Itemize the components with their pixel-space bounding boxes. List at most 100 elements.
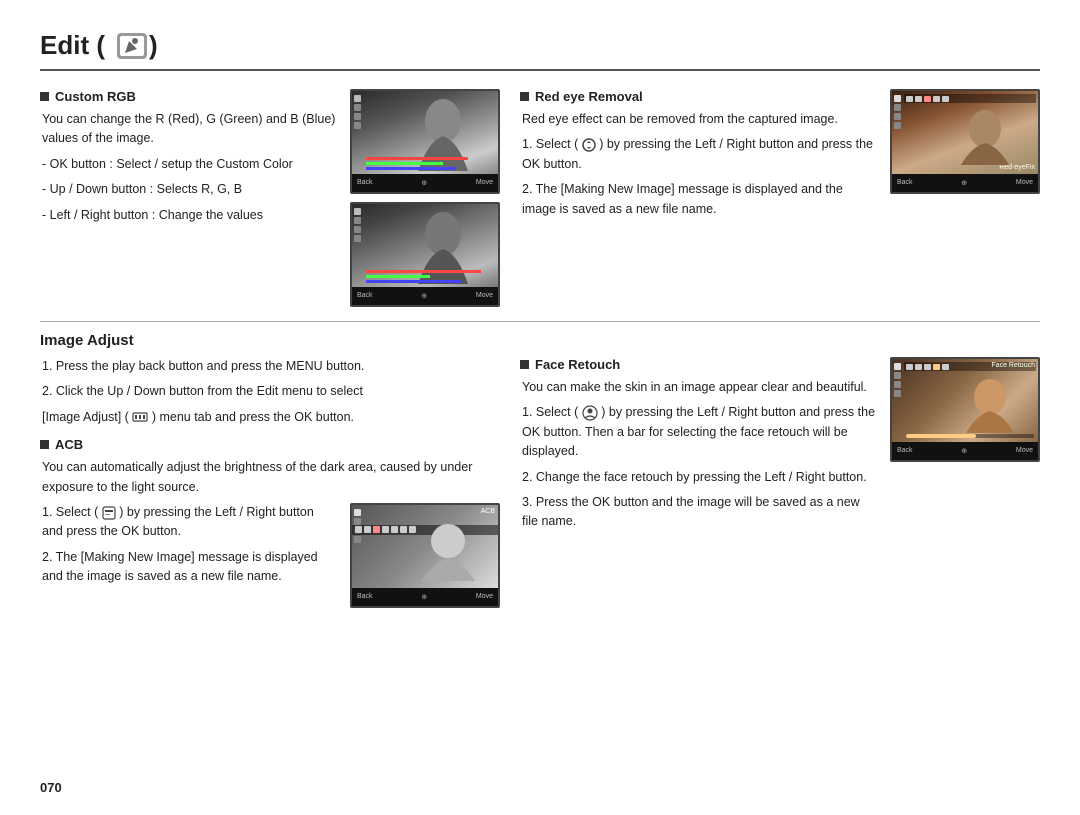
face-retouch-camera: Face Retouch Back ⊕ [890,357,1040,462]
side-icon-11 [894,113,901,120]
move-label-5: Move [1016,447,1033,454]
acb-tiny-4 [382,526,389,533]
back-label: Back [357,179,373,186]
side-icon-16 [354,536,361,543]
side-icon-7 [354,226,361,233]
side-icon-8 [354,235,361,242]
face-retouch-content: Face Retouch You can make the skin in an… [520,357,1040,538]
page-title-end: ) [149,30,158,61]
face-retouch-body: You can make the skin in an image appear… [522,378,878,397]
move-label-3: Move [1016,179,1033,186]
camera-side-icons-2 [354,208,361,242]
red-eye-camera: Red-eyeFix Back ⊕ Move [890,89,1040,194]
face-cam-icon-a [906,364,913,370]
side-icon-1 [354,95,361,102]
camera-side-icons-3 [894,95,901,129]
acb-title: ACB [40,437,500,452]
red-eye-body: Red eye effect can be removed from the c… [522,110,878,129]
back-label-2: Back [357,292,373,299]
red-eye-title: Red eye Removal [520,89,878,104]
image-adjust-left: 1. Press the play back button and press … [40,357,500,608]
side-icon-9 [894,95,901,102]
page-number: 070 [40,780,62,795]
face-cam-icon-d [933,364,940,370]
acb-tiny-5 [391,526,398,533]
side-icon-2 [354,104,361,111]
adjust-step1: 1. Press the play back button and press … [42,357,500,376]
red-eye-camera-wrap: Red-eyeFix Back ⊕ Move [890,89,1040,225]
face-camera-bar: Back ⊕ Move [892,442,1038,460]
acb-step2: 2. The [Making New Image] message is dis… [42,548,338,587]
side-icon-4 [354,122,361,129]
retouch-bar [906,434,1034,438]
back-label-4: Back [357,593,373,600]
image-adjust-heading: Image Adjust [40,332,1040,349]
red-eye-text: Red eye Removal Red eye effect can be re… [520,89,878,225]
face-camera-display: Face Retouch [892,359,1038,442]
side-icon-6 [354,217,361,224]
acb-camera: ACB Back ⊕ Move [350,503,500,608]
side-icon-5 [354,208,361,215]
face-camera-image [958,375,1023,433]
face-retouch-title: Face Retouch [520,357,878,372]
custom-rgb-text: Custom RGB You can change the R (Red), G… [40,89,338,307]
red-eye-camera-display: Red-eyeFix [892,91,1038,174]
side-icon-12 [894,122,901,129]
cam-icon-a [906,96,913,102]
scroll-icon [582,138,596,152]
image-adjust-section: Image Adjust 1. Press the play back butt… [40,332,1040,608]
page-header: Edit ( ) [40,30,1040,71]
face-cam-icon-e [942,364,949,370]
move-label-4: Move [476,593,493,600]
side-icon-14 [354,518,361,525]
side-icon-20 [894,390,901,397]
acb-content: 1. Select ( ) by pressing the Left / Rig… [40,503,500,608]
red-eye-camera-image [953,107,1018,165]
acb-tiny-2 [364,526,371,533]
acb-subsection: ACB You can automatically adjust the bri… [40,437,500,608]
camera-screen-2-display [352,204,498,287]
custom-rgb-cameras: Back ⊕ Move [350,89,500,307]
face-retouch-section: Face Retouch You can make the skin in an… [520,357,1040,608]
custom-rgb-bullet1: - OK button : Select / setup the Custom … [42,155,338,174]
cam-icon-b [915,96,922,102]
face-retouch-text: Face Retouch You can make the skin in an… [520,357,878,538]
face-icon [582,405,598,421]
acb-camera-image [413,521,483,581]
move-label-2: Move [476,292,493,299]
rgb-sliders-2 [366,270,494,283]
acb-tiny-1 [355,526,362,533]
side-icon-17 [894,363,901,370]
acb-step1: 1. Select ( ) by pressing the Left / Rig… [42,503,338,542]
adjust-step2b: [Image Adjust] ( ) menu tab and press th… [42,408,500,427]
custom-rgb-title: Custom RGB [40,89,338,104]
section-divider [40,321,1040,322]
acb-body: You can automatically adjust the brightn… [42,458,500,497]
custom-rgb-bullet3: - Left / Right button : Change the value… [42,206,338,225]
page-title: Edit ( [40,30,105,61]
red-eye-step2: 2. The [Making New Image] message is dis… [522,180,878,219]
side-icon-3 [354,113,361,120]
cam-icon-e [942,96,949,102]
camera-bar-2: Back ⊕ Move [352,287,498,305]
acb-icon [102,506,116,520]
cam-icon-d [933,96,940,102]
retouch-bar-fill [906,434,976,438]
bullet-icon-2 [520,92,529,101]
camera-bar-1: Back ⊕ Move [352,174,498,192]
rgb-sliders [366,157,494,170]
side-icon-19 [894,381,901,388]
custom-rgb-section: Custom RGB You can change the R (Red), G… [40,89,500,307]
side-icon-18 [894,372,901,379]
face-step1: 1. Select ( ) by pressing the Left / Rig… [522,403,878,461]
menu-tab-icon [132,412,148,422]
bullet-icon [40,92,49,101]
acb-camera-bar: Back ⊕ Move [352,588,498,606]
top-section: Custom RGB You can change the R (Red), G… [40,89,1040,307]
back-label-5: Back [897,447,913,454]
camera-bar-3: Back ⊕ Move [892,174,1038,192]
back-label-3: Back [897,179,913,186]
face-label: Face Retouch [991,362,1035,369]
camera-side-icons [354,95,361,129]
custom-rgb-body: You can change the R (Red), G (Green) an… [42,110,338,149]
